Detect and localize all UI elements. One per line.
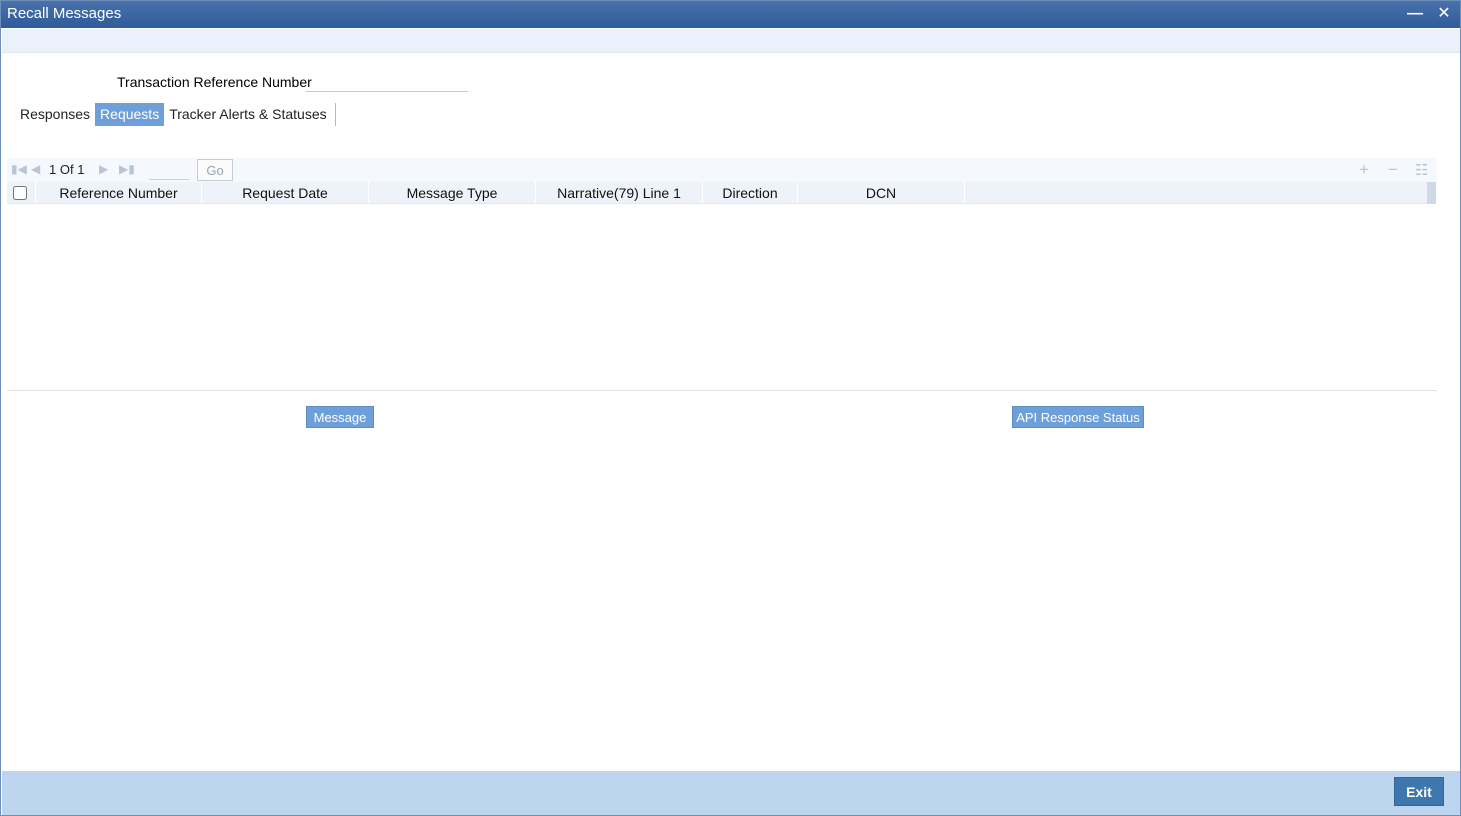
select-all-cell [7,182,36,203]
tab-requests[interactable]: Requests [95,103,165,126]
sub-header-bar [2,29,1460,53]
close-icon[interactable]: ✕ [1434,4,1454,24]
tab-strip: Responses Requests Tracker Alerts & Stat… [15,103,336,126]
window-title: Recall Messages [7,5,122,22]
first-page-icon[interactable]: ▮◀ [11,162,27,176]
table-header: Reference Number Request Date Message Ty… [7,182,1427,204]
message-button[interactable]: Message [306,406,374,428]
exit-button[interactable]: Exit [1394,777,1444,806]
last-page-icon[interactable]: ▶▮ [119,162,135,176]
grid-toolbar: ▮◀ ◀ 1 Of 1 ▶ ▶▮ Go + − ☷ [7,158,1437,182]
tab-tracker-alerts-statuses[interactable]: Tracker Alerts & Statuses [164,103,331,126]
add-row-icon[interactable]: + [1359,160,1369,180]
transaction-reference-input[interactable] [306,72,468,92]
pagination-status: 1 Of 1 [49,162,84,177]
delete-row-icon[interactable]: − [1388,160,1398,180]
column-header-filler [965,182,1427,203]
title-bar: Recall Messages — ✕ [1,1,1460,28]
column-header-request-date[interactable]: Request Date [202,182,369,203]
footer-bar: Exit [2,771,1460,815]
transaction-reference-label: Transaction Reference Number [117,74,312,90]
minimize-icon[interactable]: — [1405,4,1425,24]
go-button[interactable]: Go [197,159,233,181]
column-header-narrative-line-1[interactable]: Narrative(79) Line 1 [536,182,703,203]
column-header-reference-number[interactable]: Reference Number [36,182,202,203]
previous-page-icon[interactable]: ◀ [31,162,40,176]
next-page-icon[interactable]: ▶ [99,162,108,176]
column-header-message-type[interactable]: Message Type [369,182,536,203]
tab-divider [334,103,336,126]
tab-responses[interactable]: Responses [15,103,95,126]
api-response-status-button[interactable]: API Response Status [1012,406,1144,428]
vertical-scrollbar[interactable] [1427,182,1436,204]
page-number-input[interactable] [149,161,189,180]
recall-messages-window: Recall Messages — ✕ Transaction Referenc… [0,0,1461,816]
of-label: Of [59,162,74,177]
total-pages: 1 [77,162,85,177]
column-header-dcn[interactable]: DCN [798,182,965,203]
current-page: 1 [49,162,57,177]
column-header-direction[interactable]: Direction [703,182,798,203]
requests-grid: ▮◀ ◀ 1 Of 1 ▶ ▶▮ Go + − ☷ Reference Numb… [7,158,1437,391]
select-all-checkbox[interactable] [13,186,27,200]
column-settings-icon[interactable]: ☷ [1415,161,1428,179]
